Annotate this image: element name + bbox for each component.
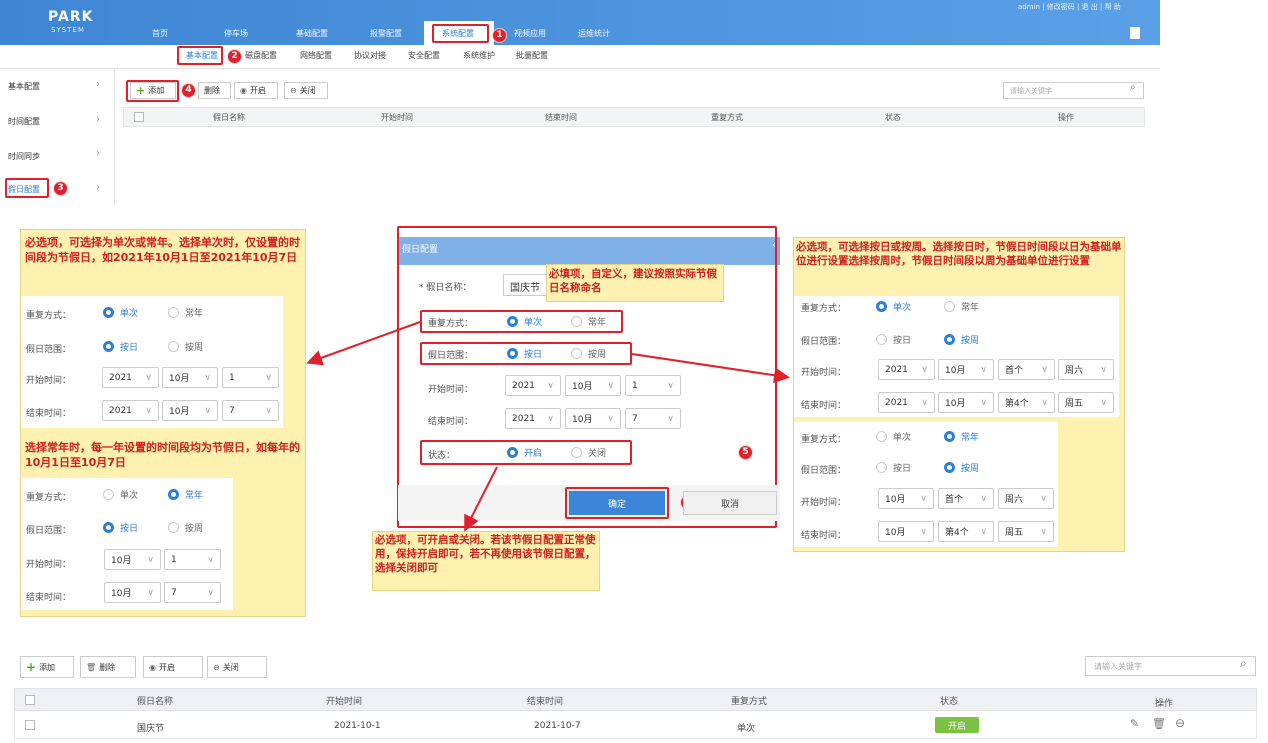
bottom-disable-button[interactable]: ⊖ 关闭 [207, 656, 267, 678]
bottom-add-button[interactable]: + 添加 [20, 656, 74, 678]
trash-icon[interactable]: 🗑 [1152, 717, 1166, 730]
row-holiday-name: 国庆节 [137, 724, 165, 734]
col-holiday-name[interactable]: 假日名称 [137, 694, 173, 707]
bottom-table-header [14, 688, 1257, 711]
table-row[interactable] [14, 711, 1257, 739]
trash-icon: 🗑 [86, 662, 97, 672]
status-badge: 开启 [935, 717, 979, 733]
search-icon[interactable]: ⌕ [1240, 656, 1247, 671]
col-start-time[interactable]: 开始时间 [326, 694, 362, 707]
annotation-arrows [306, 321, 790, 532]
play-circle-icon: ◉ [149, 662, 156, 672]
row-checkbox[interactable] [25, 720, 35, 730]
bottom-enable-button[interactable]: ◉ 开启 [143, 656, 203, 678]
row-start-time: 2021-10-1 [334, 721, 381, 731]
select-all-checkbox[interactable] [25, 695, 35, 705]
plus-icon: + [26, 660, 37, 674]
minus-circle-icon: ⊖ [213, 662, 220, 672]
bottom-delete-button[interactable]: 🗑 删除 [80, 656, 136, 678]
row-repeat-mode: 单次 [737, 724, 756, 734]
edit-icon[interactable]: ✎ [1130, 717, 1139, 730]
minus-circle-icon[interactable]: ⊖ [1175, 716, 1185, 730]
col-repeat-mode[interactable]: 重复方式 [731, 694, 767, 707]
col-end-time[interactable]: 结束时间 [527, 694, 563, 707]
row-end-time: 2021-10-7 [534, 721, 581, 731]
bottom-search-input[interactable]: 请输入关键字 [1085, 656, 1256, 676]
col-actions: 操作 [1155, 699, 1174, 709]
col-status[interactable]: 状态 [940, 694, 958, 707]
